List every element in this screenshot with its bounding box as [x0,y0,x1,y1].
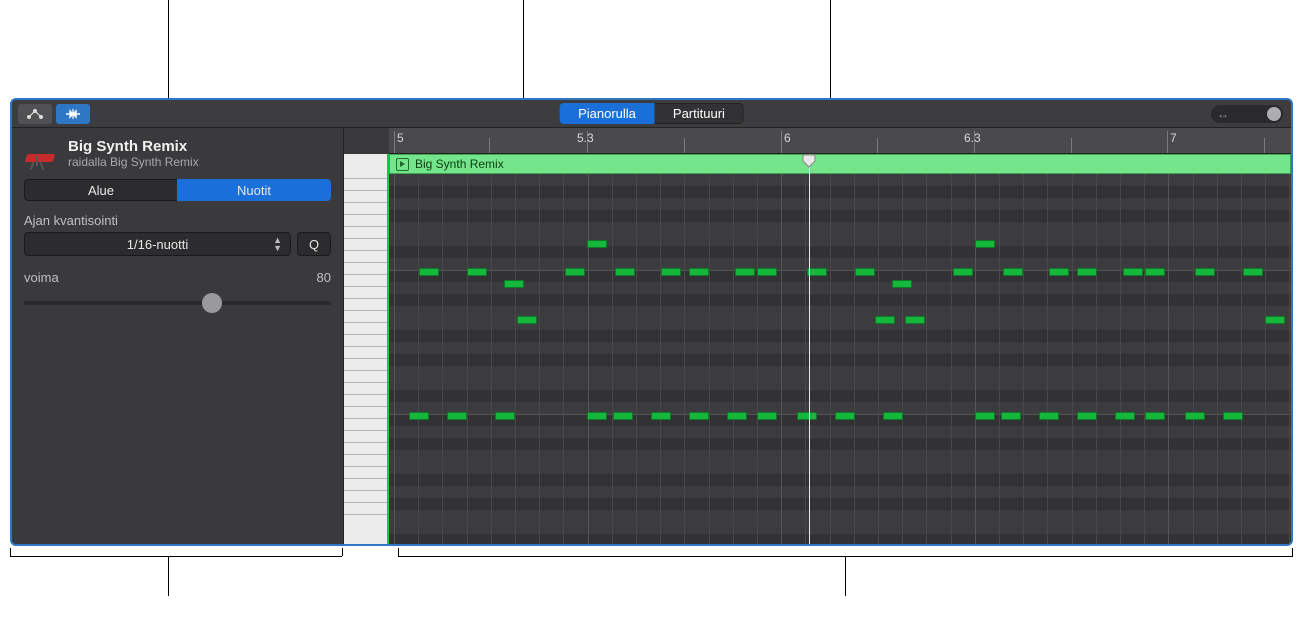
quantize-label: Ajan kvantisointi [12,213,343,232]
region-header[interactable]: Big Synth Remix [389,154,1291,174]
midi-note[interactable] [661,268,681,276]
inspector-mode-tabs: Alue Nuotit [24,179,331,201]
track-subtitle: raidalla Big Synth Remix [68,155,199,169]
velocity-value: 80 [317,270,331,285]
midi-note[interactable] [613,412,633,420]
midi-note[interactable] [1145,268,1165,276]
midi-note[interactable] [975,412,995,420]
quantize-button[interactable]: Q [297,232,331,256]
midi-note[interactable] [1265,316,1285,324]
midi-note[interactable] [1223,412,1243,420]
tab-score[interactable]: Partituuri [655,103,744,124]
midi-note[interactable] [883,412,903,420]
toggle-knob [1267,107,1281,121]
midi-note[interactable] [495,412,515,420]
midi-note[interactable] [757,412,777,420]
midi-note[interactable] [504,280,524,288]
midi-note[interactable] [1115,412,1135,420]
midi-note[interactable] [1077,268,1097,276]
horizontal-auto-zoom-toggle[interactable]: ↔ [1211,105,1283,123]
tab-notes[interactable]: Nuotit [177,179,331,201]
midi-note[interactable] [875,316,895,324]
ruler-label: 6 [784,131,791,145]
midi-note[interactable] [615,268,635,276]
ruler-label: 5.3 [577,131,594,145]
callout-line-4 [168,556,169,596]
midi-note[interactable] [1195,268,1215,276]
midi-note[interactable] [1123,268,1143,276]
track-header: Big Synth Remix raidalla Big Synth Remix [12,138,343,179]
time-ruler[interactable]: 5 5.3 6 6.3 7 [389,128,1291,154]
midi-note[interactable] [797,412,817,420]
editor-toolbar: Pianorulla Partituuri ↔ [12,100,1291,128]
midi-note[interactable] [905,316,925,324]
select-chevrons-icon: ▲▼ [273,236,282,252]
instrument-icon [24,138,58,164]
catch-playhead-button[interactable] [56,104,90,124]
midi-note[interactable] [1145,412,1165,420]
region-play-icon [396,158,409,171]
callout-line-5 [845,556,846,596]
midi-note[interactable] [855,268,875,276]
midi-note[interactable] [892,280,912,288]
midi-note[interactable] [1243,268,1263,276]
region-name: Big Synth Remix [415,157,504,171]
piano-keyboard[interactable]: C3 C2 [344,154,389,544]
inspector-panel: Big Synth Remix raidalla Big Synth Remix… [12,128,344,544]
midi-note[interactable] [689,268,709,276]
callout-line-1 [168,0,169,98]
midi-note[interactable] [689,412,709,420]
piano-roll-editor: Pianorulla Partituuri ↔ Big Synth Remix … [10,98,1293,546]
automation-toggle-button[interactable] [18,104,52,124]
quantize-value: 1/16-nuotti [127,237,188,252]
midi-note[interactable] [587,412,607,420]
midi-note[interactable] [587,240,607,248]
midi-note[interactable] [757,268,777,276]
callout-line-2 [523,0,524,98]
slider-thumb[interactable] [202,293,222,313]
midi-note[interactable] [1001,412,1021,420]
view-tabs: Pianorulla Partituuri [559,103,744,124]
ruler-label: 6.3 [964,131,981,145]
callout-bracket-left [10,556,342,557]
midi-note[interactable] [1077,412,1097,420]
ruler-label: 7 [1170,131,1177,145]
midi-note[interactable] [651,412,671,420]
tab-pianoroll[interactable]: Pianorulla [559,103,655,124]
playhead-marker[interactable] [802,154,816,168]
midi-note[interactable] [447,412,467,420]
midi-note[interactable] [1185,412,1205,420]
auto-zoom-icon: ↔ [1217,107,1229,121]
midi-note[interactable] [419,268,439,276]
midi-note[interactable] [727,412,747,420]
ruler-label: 5 [397,131,404,145]
midi-note[interactable] [807,268,827,276]
midi-note[interactable] [735,268,755,276]
note-grid[interactable] [389,174,1291,544]
midi-note[interactable] [835,412,855,420]
quantize-select[interactable]: 1/16-nuotti ▲▼ [24,232,291,256]
midi-note[interactable] [565,268,585,276]
tab-region[interactable]: Alue [24,179,177,201]
playhead[interactable] [809,154,810,544]
midi-note[interactable] [953,268,973,276]
velocity-slider[interactable] [24,293,331,313]
velocity-label: voima [24,270,59,285]
midi-note[interactable] [1003,268,1023,276]
note-editor-area: 5 5.3 6 6.3 7 Big Synth Remix [344,128,1291,544]
midi-note[interactable] [467,268,487,276]
midi-note[interactable] [409,412,429,420]
track-title: Big Synth Remix [68,138,199,155]
midi-note[interactable] [517,316,537,324]
midi-note[interactable] [975,240,995,248]
midi-note[interactable] [1049,268,1069,276]
midi-note[interactable] [1039,412,1059,420]
